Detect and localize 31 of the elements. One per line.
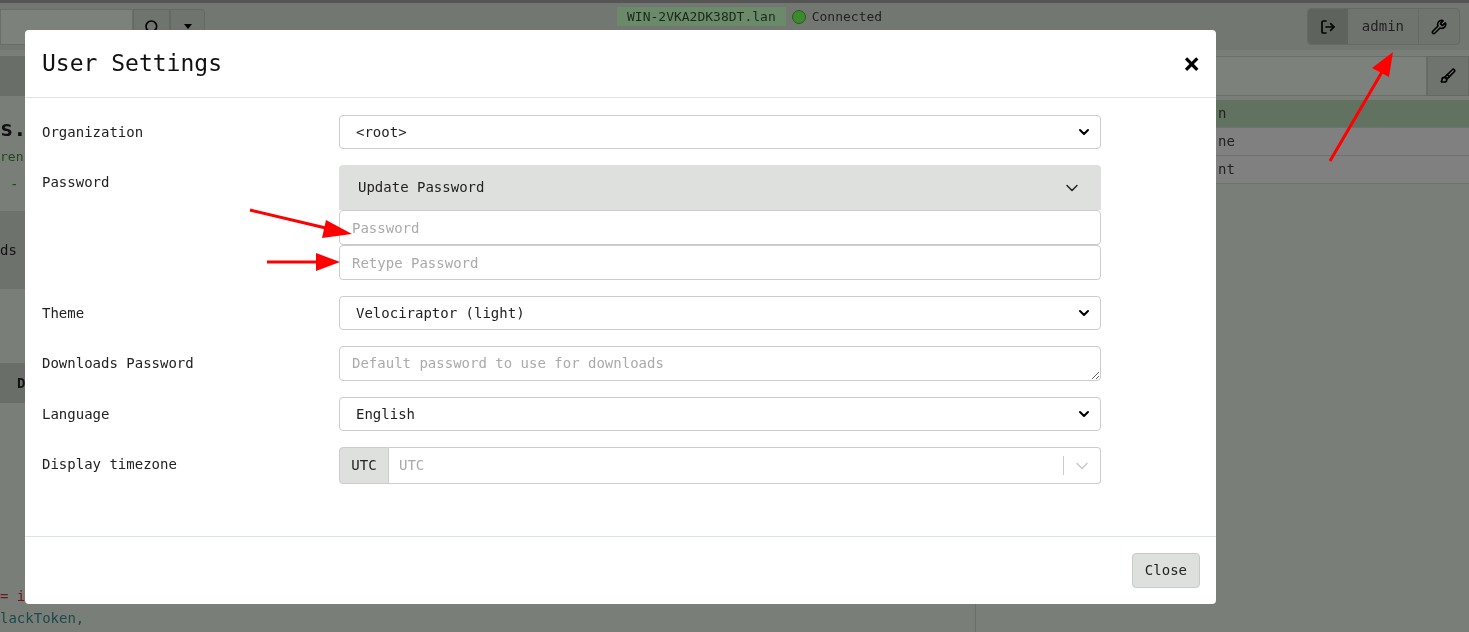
field-label: Display timezone bbox=[42, 455, 178, 474]
close-button[interactable]: × bbox=[1183, 49, 1200, 78]
code-text: ren bbox=[0, 150, 25, 163]
timezone-addon: UTC bbox=[339, 447, 389, 484]
connection-status: Connected bbox=[811, 10, 883, 23]
logout-icon bbox=[1319, 18, 1336, 35]
host-badge: WIN-2VKA2DK38DT.lan bbox=[617, 7, 786, 26]
code-text: - bbox=[10, 177, 20, 191]
wrench-icon bbox=[1431, 18, 1447, 35]
code-text: lackToken, bbox=[0, 610, 85, 626]
field-label: Organization bbox=[42, 123, 145, 142]
dialog-title: User Settings bbox=[42, 49, 222, 79]
dropdown-select[interactable]: English bbox=[339, 397, 1101, 431]
table-header: D bbox=[0, 363, 25, 403]
field-label: Theme bbox=[42, 304, 86, 323]
field-label: Language bbox=[42, 405, 111, 424]
downloads-password-field[interactable]: Default password to use for downloads bbox=[339, 346, 1101, 381]
heading-text: s. bbox=[0, 118, 25, 140]
dropdown-select[interactable]: <root> bbox=[339, 115, 1101, 149]
close-button[interactable]: Close bbox=[1131, 553, 1200, 588]
brush-icon bbox=[1440, 68, 1456, 84]
dropdown-select[interactable]: Velociraptor (light) bbox=[339, 296, 1101, 330]
logout-button[interactable] bbox=[1307, 9, 1348, 44]
field-label: Downloads Password bbox=[42, 354, 195, 373]
code-text: = i bbox=[0, 588, 26, 604]
banner: ds bbox=[0, 211, 25, 289]
clear-button[interactable] bbox=[1427, 56, 1469, 96]
field-label: Password bbox=[42, 173, 111, 192]
password-field[interactable]: Retype Password bbox=[339, 245, 1101, 280]
update-password-toggle[interactable]: Update Password bbox=[339, 165, 1101, 210]
password-field[interactable]: Password bbox=[339, 210, 1101, 245]
